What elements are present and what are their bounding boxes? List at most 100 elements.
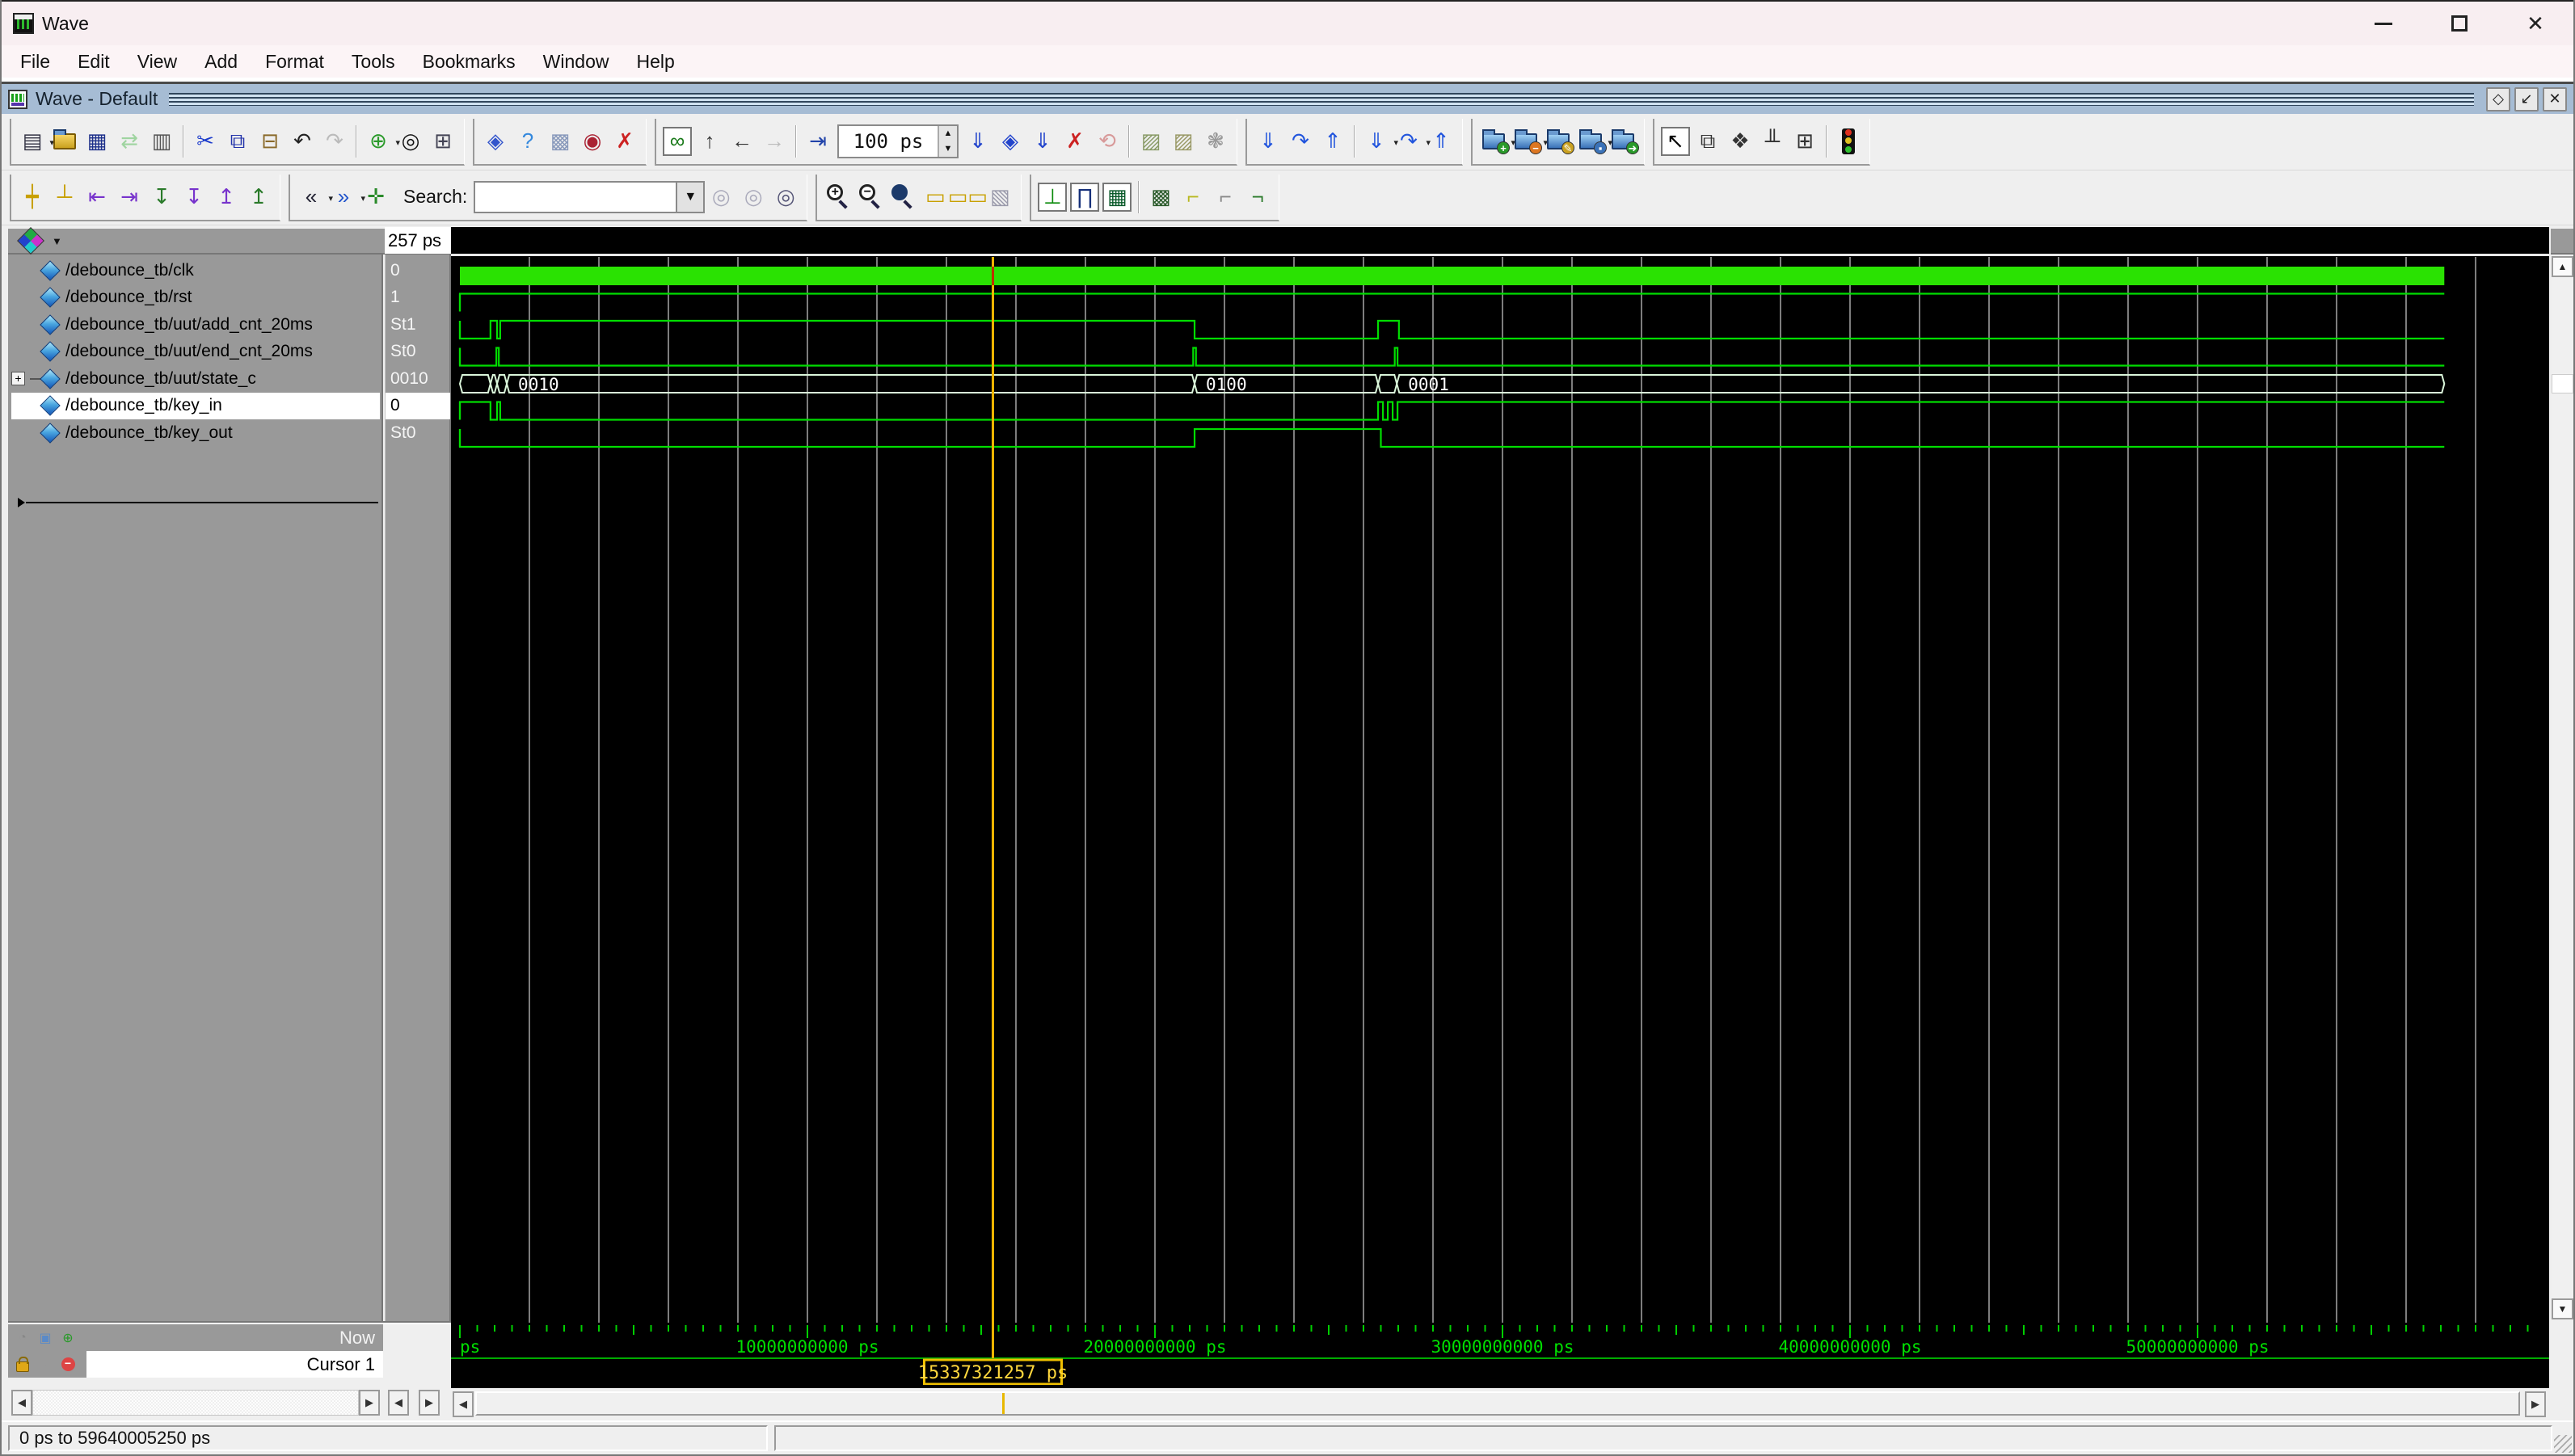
pattern-step-button[interactable]: ⌐ <box>1178 183 1207 212</box>
tree-palette-icon[interactable] <box>17 227 44 255</box>
names-scroll-right-button[interactable]: ▶ <box>359 1390 380 1416</box>
menu-view[interactable]: View <box>124 51 191 73</box>
run-next-button[interactable]: ⇓ <box>1028 127 1057 156</box>
wave-scroll-up-button[interactable]: ▲ <box>2552 256 2573 277</box>
event-view-button[interactable]: ⊥ <box>1038 182 1068 212</box>
new-file-button[interactable]: ▤ ▾ <box>18 127 54 156</box>
next-falling-button[interactable]: ↧ <box>179 183 209 212</box>
paste-button[interactable]: ⊟ <box>255 127 284 156</box>
wave-scroll-thumb[interactable] <box>475 1391 2520 1416</box>
traffic-light-button[interactable] <box>1834 127 1863 156</box>
pattern-low-button[interactable]: ⌐ <box>1211 183 1240 212</box>
chevron-down-icon[interactable]: ▼ <box>52 235 62 247</box>
export-group-button[interactable]: ➜ <box>1608 127 1639 156</box>
forward-button[interactable]: → <box>760 127 789 156</box>
names-scroll-track[interactable] <box>32 1390 359 1416</box>
break-button[interactable]: ✗ <box>1060 127 1089 156</box>
zoom-mode-button[interactable]: ⧉ <box>1693 127 1722 156</box>
copy-button[interactable]: ⧉ <box>223 127 252 156</box>
search-dropdown-button[interactable]: ▼ <box>676 180 706 213</box>
menu-format[interactable]: Format <box>251 51 338 73</box>
prev-rising-button[interactable]: ↥ <box>212 183 241 212</box>
menu-help[interactable]: Help <box>622 51 688 73</box>
menu-bookmarks[interactable]: Bookmarks <box>409 51 529 73</box>
zoom-full-button[interactable] <box>888 183 917 212</box>
pattern-grid2-button[interactable]: ▩ <box>1146 183 1175 212</box>
spin-down-button[interactable]: ▼ <box>939 141 957 157</box>
signal-row-state_c[interactable]: + /debounce_tb/uut/state_c <box>11 365 380 392</box>
up-hierarchy-button[interactable]: ↑ <box>695 127 724 156</box>
show-unknowns-button[interactable]: ? <box>513 127 542 156</box>
menu-tools[interactable]: Tools <box>338 51 409 73</box>
values-scroll-right-button[interactable]: ▶ <box>419 1390 440 1416</box>
add-wave-button[interactable]: ⊕ ▾ <box>364 127 400 156</box>
delete-cursor-button[interactable]: ┴ <box>50 183 79 212</box>
remove-all-button[interactable]: ✗ <box>610 127 639 156</box>
dock-button[interactable]: ◇ <box>2486 86 2510 112</box>
close-button[interactable]: ✕ <box>2497 2 2573 45</box>
signal-row-add_cnt_20ms[interactable]: /debounce_tb/uut/add_cnt_20ms <box>11 311 380 338</box>
expand-plus-icon[interactable]: + <box>11 372 25 385</box>
step-into-button[interactable]: ⇓ <box>1254 127 1283 156</box>
menu-file[interactable]: File <box>6 51 64 73</box>
pattern-b-button[interactable]: ▨ <box>1169 127 1198 156</box>
zoom-in-button[interactable]: + <box>824 183 853 212</box>
maximize-button[interactable] <box>2421 2 2497 45</box>
undo-button[interactable]: ↶ <box>288 127 317 156</box>
next-transition-button[interactable]: ⇥ <box>115 183 144 212</box>
search-options-button[interactable]: ◎ <box>771 183 800 212</box>
wave-vscroll-track[interactable] <box>2552 277 2573 1298</box>
zoom-cursor-button[interactable]: ▭ <box>921 183 950 212</box>
spin-up-button[interactable]: ▲ <box>939 125 957 141</box>
remove-group-button[interactable]: − ▾ <box>1511 127 1548 156</box>
wave-scroll-down-button[interactable]: ▼ <box>2552 1298 2573 1319</box>
pattern-grid-button[interactable]: ▩ <box>546 127 575 156</box>
signal-row-rst[interactable]: /debounce_tb/rst <box>11 284 380 311</box>
signal-row-key_out[interactable]: /debounce_tb/key_out <box>11 419 380 446</box>
run-all-down-button[interactable]: ⇓ ▾ <box>1362 127 1398 156</box>
run-length-value[interactable]: 100 ps <box>839 130 938 153</box>
undock-button[interactable]: ↙ <box>2514 86 2539 112</box>
zoom-select-button[interactable]: ▧ <box>985 183 1014 212</box>
step-over-button[interactable]: ↷ <box>1286 127 1315 156</box>
signal-row-end_cnt_20ms[interactable]: /debounce_tb/uut/end_cnt_20ms <box>11 339 380 365</box>
add-group-button[interactable]: + ▾ <box>1479 127 1515 156</box>
pattern-a-button[interactable]: ▨ <box>1136 127 1165 156</box>
menu-add[interactable]: Add <box>191 51 251 73</box>
virtual-signal-button[interactable]: ✛ <box>361 183 390 212</box>
add-cursor-button[interactable]: ┿ <box>18 183 47 212</box>
edit-group-button[interactable]: ✎ <box>1544 127 1574 156</box>
prev-transition-button[interactable]: ⇤ <box>82 183 112 212</box>
insert-layers-button[interactable]: ◈ <box>481 127 510 156</box>
print-button[interactable]: ▥ <box>147 127 176 156</box>
pan-hand-button[interactable]: ❃ <box>1201 127 1230 156</box>
remove-cursor-icon[interactable]: − <box>60 1357 76 1373</box>
cursor1-label[interactable]: Cursor 1 <box>86 1351 383 1378</box>
show-outline-button[interactable]: ⊞ <box>428 127 457 156</box>
insert-mode-button[interactable]: ⇥ <box>803 127 832 156</box>
wave-vscroll-thumb[interactable] <box>2552 374 2573 393</box>
back-button[interactable]: ← <box>727 127 756 156</box>
zoom-range-button[interactable]: ▭▭ <box>948 183 988 212</box>
event-blue-button[interactable]: ∏ <box>1070 182 1100 212</box>
wave-scroll-left-button[interactable]: ◀ <box>453 1391 474 1417</box>
values-scroll-left-button[interactable]: ◀ <box>388 1390 409 1416</box>
menu-edit[interactable]: Edit <box>64 51 124 73</box>
wave-scroll-right-button[interactable]: ▶ <box>2525 1391 2546 1417</box>
wrench-icon[interactable]: / <box>37 1357 53 1373</box>
names-scroll-left-button[interactable]: ◀ <box>11 1390 32 1416</box>
zoom-out-button[interactable]: − <box>856 183 885 212</box>
search-forward-button[interactable]: ◎ <box>739 183 768 212</box>
add-cursor-icon[interactable]: ⊕ <box>60 1330 76 1346</box>
close-pane-button[interactable]: ✕ <box>2543 86 2567 112</box>
next-rising-button[interactable]: ↥ <box>244 183 273 212</box>
menu-window[interactable]: Window <box>529 51 623 73</box>
pattern-high-button[interactable]: ¬ <box>1243 183 1272 212</box>
waveform-svg[interactable]: 0010 0100 0001 0 ps 10000000000 ps 2000000000… <box>451 257 2549 1385</box>
edit-mode-button[interactable]: ⊞ <box>1790 127 1819 156</box>
prev-falling-button[interactable]: ↧ <box>147 183 176 212</box>
cut-button[interactable]: ✂ <box>191 127 220 156</box>
event-green-button[interactable]: ▦ <box>1102 182 1132 212</box>
find-button[interactable]: ◎ <box>396 127 425 156</box>
reload-button[interactable]: ⇄ <box>115 127 144 156</box>
